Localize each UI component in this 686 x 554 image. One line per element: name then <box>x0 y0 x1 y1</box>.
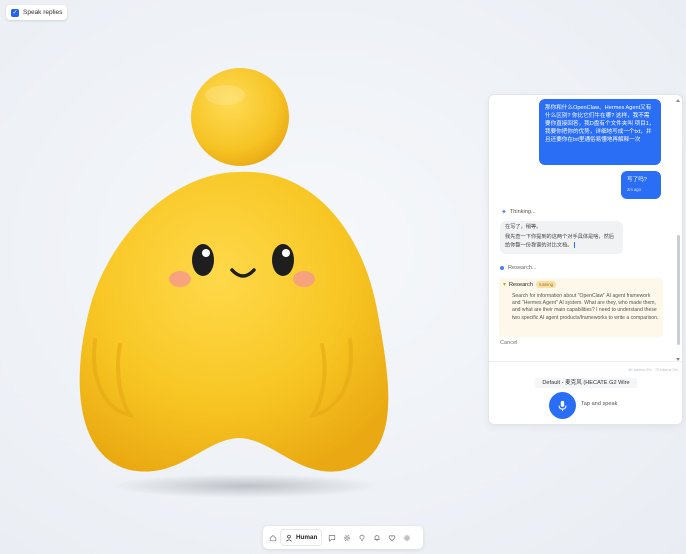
mascot-character <box>79 68 389 498</box>
thinking-indicator[interactable]: ✦ Thinking... <box>501 208 536 216</box>
message-timestamp: 2m ago <box>627 187 641 193</box>
sparkle-icon: ✦ <box>501 209 507 216</box>
typing-cursor <box>573 241 576 248</box>
microphone-button[interactable] <box>549 392 576 419</box>
human-icon <box>286 534 292 541</box>
chat-icon <box>328 534 336 542</box>
mascot-right-cheek <box>293 271 315 287</box>
message-list[interactable]: 那你和什么OpenClaw、Hermes Agent又有什么区别? 你比它们牛在… <box>489 95 679 361</box>
heart-icon <box>388 534 396 541</box>
research-title: Research <box>509 281 533 288</box>
bell-icon <box>374 534 380 541</box>
researching-indicator: Research... <box>500 265 537 271</box>
lightbulb-icon <box>359 534 365 541</box>
mascot-left-cheek <box>169 271 191 287</box>
user-message: 写了吗? 2m ago <box>621 171 661 199</box>
thinking-label: Thinking... <box>509 209 536 215</box>
user-message-text: 那你和什么OpenClaw、Hermes Agent又有什么区别? 你比它们牛在… <box>545 105 655 144</box>
settings-button[interactable] <box>399 529 414 546</box>
home-icon <box>269 534 276 541</box>
mascot-left-eye <box>192 244 214 276</box>
tab-human[interactable]: Human <box>280 529 323 546</box>
favorites-button[interactable] <box>384 529 399 546</box>
message-scrollbar[interactable] <box>676 99 680 361</box>
mascot-right-eye <box>272 244 294 276</box>
gear-icon <box>403 534 411 541</box>
mascot-body <box>79 171 389 472</box>
cancel-button[interactable]: Cancel <box>500 340 517 346</box>
microphone-icon <box>558 400 567 411</box>
tap-and-speak-label: Tap and speak <box>581 401 618 407</box>
speak-replies-label: Speak replies <box>23 9 63 16</box>
home-button[interactable] <box>265 529 280 546</box>
research-tool-card[interactable]: ▾ Research running Search for informatio… <box>499 278 663 337</box>
microphone-device-label[interactable]: Default - 麦克风 (HECATE G2 Wire <box>535 378 637 388</box>
scroll-up-icon[interactable] <box>676 99 680 102</box>
token-usage: 4K tokens 0% · 70 tokens 0% <box>628 368 678 372</box>
settings-cog-icon <box>343 534 351 541</box>
assistant-line-1: 在写了，稍等。 <box>505 224 542 230</box>
scrollbar-thumb[interactable] <box>677 235 680 345</box>
assistant-message: 在写了，稍等。 我先查一下你提到的这两个对手具体是啥，然后给你整一份靠谱的对比文… <box>500 221 623 254</box>
status-badge: running <box>535 281 556 288</box>
speak-replies-toggle[interactable]: ✓ Speak replies <box>6 5 68 20</box>
bottom-toolbar: Human <box>263 526 423 549</box>
divider <box>489 361 682 362</box>
mascot-shadow <box>110 474 380 498</box>
mascot-head-ball <box>191 68 289 166</box>
chat-button[interactable] <box>324 529 339 546</box>
chat-panel: 那你和什么OpenClaw、Hermes Agent又有什么区别? 你比它们牛在… <box>488 94 683 425</box>
settings-cog-button[interactable] <box>339 529 354 546</box>
idea-button[interactable] <box>354 529 369 546</box>
tab-human-label: Human <box>296 534 318 541</box>
status-dot-icon <box>500 266 504 270</box>
user-message-text: 写了吗? <box>627 177 647 183</box>
user-message: 那你和什么OpenClaw、Hermes Agent又有什么区别? 你比它们牛在… <box>539 99 661 165</box>
researching-label: Research... <box>508 265 537 271</box>
checkbox-checked-icon[interactable]: ✓ <box>11 8 19 17</box>
notifications-button[interactable] <box>369 529 384 546</box>
research-query: Search for information about "OpenClaw" … <box>512 293 659 321</box>
assistant-line-2: 我先查一下你提到的这两个对手具体是啥，然后给你整一份靠谱的对比文档。 <box>505 234 614 249</box>
research-tool-icon: ▾ <box>503 282 507 288</box>
